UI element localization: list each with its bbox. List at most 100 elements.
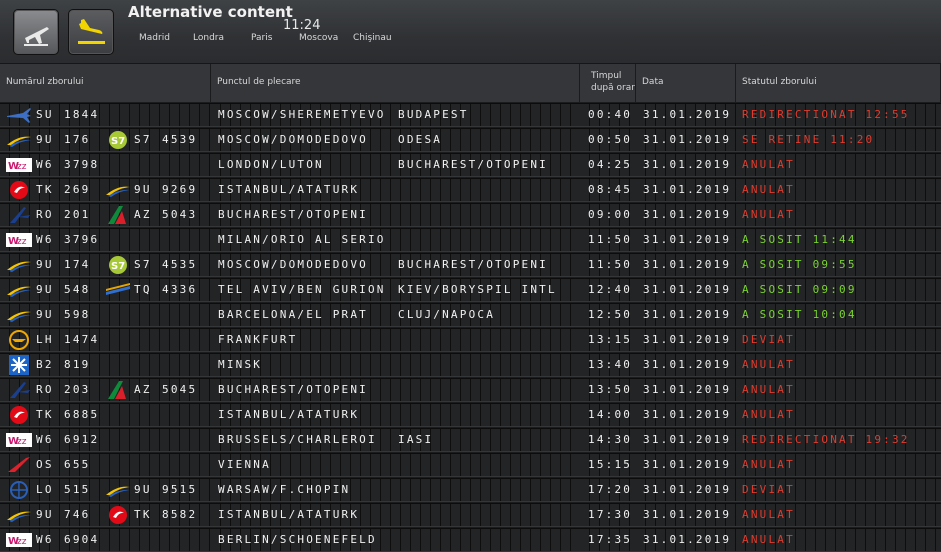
flight-date: 31.01.2019 (643, 133, 732, 146)
airline-code: TK (36, 408, 54, 421)
flight-number: 3796 (64, 233, 100, 246)
airline-code: W6 (36, 233, 54, 246)
flight-date: 31.01.2019 (643, 508, 732, 521)
table-row[interactable]: 9U 746 TK 8582 ISTANBUL/ATATURK 17:30 31.01.20… (0, 503, 941, 528)
origin-airport: ISTANBUL/ATATURK (218, 408, 360, 421)
scheduled-time: 13:15 (588, 333, 633, 346)
airline-code: RO (36, 383, 54, 396)
table-row[interactable]: 9U 176 S7 S7 4539 MOSCOW/DOMODEDOVO ODESA 00:50… (0, 128, 941, 153)
origin-airport: BUCHAREST/OTOPENI (218, 208, 368, 221)
origin-airport: FRANKFURT (218, 333, 298, 346)
belavia-icon (6, 355, 32, 375)
via-airport: BUCHAREST/OTOPENI (398, 258, 548, 271)
flight-status: A SOSIT 09:55 (742, 258, 857, 271)
flight-status: REDIRECTIONAT 12:55 (742, 108, 910, 121)
flight-date: 31.01.2019 (643, 208, 732, 221)
flight-number: 6904 (64, 533, 100, 546)
origin-airport: MOSCOW/DOMODEDOVO (218, 133, 368, 146)
codeshare-code: S7 (134, 258, 152, 271)
flight-board: Alternative content 11:24 Madrid Londra … (0, 0, 941, 552)
tarom-stripe-icon (105, 280, 131, 300)
table-row[interactable]: TK 269 9U 9269 ISTANBUL/ATATURK 08:45 31.01.20… (0, 178, 941, 203)
table-row[interactable]: 9U 548 TQ 4336 TEL AVIV/BEN GURION KIEV/BORYS… (0, 278, 941, 303)
airline-code: OS (36, 458, 54, 471)
column-header-date: Data (636, 64, 736, 102)
scheduled-time: 17:20 (588, 483, 633, 496)
scheduled-time: 13:40 (588, 358, 633, 371)
arrivals-button[interactable] (68, 9, 114, 55)
codeshare-code: AZ (134, 383, 152, 396)
flight-status: ANULAT (742, 158, 795, 171)
flight-status: ANULAT (742, 533, 795, 546)
svg-text:zz: zz (17, 237, 27, 247)
codeshare-number: 9515 (162, 483, 198, 496)
flight-status: SE RETINE 11:20 (742, 133, 875, 146)
table-row[interactable]: Wzz W6 6904 BERLIN/SCHOENEFELD 17:35 31.01.20… (0, 528, 941, 552)
city-clock-london[interactable]: Londra (193, 33, 224, 43)
flight-date: 31.01.2019 (643, 233, 732, 246)
table-row[interactable]: Wzz W6 3796 MILAN/ORIO AL SERIO 11:50 31.01.2… (0, 228, 941, 253)
via-airport: KIEV/BORYSPIL INTL (398, 283, 557, 296)
flight-number: 746 (64, 508, 91, 521)
via-airport: CLUJ/NAPOCA (398, 308, 496, 321)
city-clock-chisinau[interactable]: Chişinau (353, 33, 392, 43)
turkish-icon (105, 505, 131, 525)
sukhoi-plane-icon (6, 105, 32, 125)
codeshare-code: 9U (134, 483, 152, 496)
flight-number: 3798 (64, 158, 100, 171)
flight-date: 31.01.2019 (643, 333, 732, 346)
table-row[interactable]: RO 201 AZ 5043 BUCHAREST/OTOPENI 09:00 31.01.2… (0, 203, 941, 228)
table-row[interactable]: LO 515 9U 9515 WARSAW/F.CHOPIN 17:20 31.01.201… (0, 478, 941, 503)
flight-status: A SOSIT 11:44 (742, 233, 857, 246)
flight-date: 31.01.2019 (643, 383, 732, 396)
scheduled-time: 13:50 (588, 383, 633, 396)
flight-number: 515 (64, 483, 91, 496)
table-row[interactable]: SU 1844 MOSCOW/SHEREMETYEVO BUDAPEST 00:40 31… (0, 103, 941, 128)
departures-button[interactable] (13, 9, 59, 55)
ukraine-airlines-icon (6, 505, 32, 525)
flight-number: 1474 (64, 333, 100, 346)
ukraine-airlines-icon (6, 280, 32, 300)
table-row[interactable]: Wzz W6 6912 BRUSSELS/CHARLEROI IASI 14:30 31.0… (0, 428, 941, 453)
column-label-status: Statutul zborului (742, 77, 817, 87)
airline-code: W6 (36, 533, 54, 546)
airline-code: LH (36, 333, 54, 346)
board-header: Alternative content 11:24 Madrid Londra … (0, 0, 941, 64)
airline-code: 9U (36, 508, 54, 521)
scheduled-time: 14:00 (588, 408, 633, 421)
table-row[interactable]: Wzz W6 3798 LONDON/LUTON BUCHAREST/OTOPENI 04… (0, 153, 941, 178)
flight-status: ANULAT (742, 183, 795, 196)
flight-number: 203 (64, 383, 91, 396)
table-row[interactable]: TK 6885 ISTANBUL/ATATURK 14:00 31.01.2019 ANU… (0, 403, 941, 428)
arrival-plane-icon (78, 19, 105, 44)
city-clock-paris[interactable]: Paris (251, 33, 272, 43)
flight-status: REDIRECTIONAT 19:32 (742, 433, 910, 446)
origin-airport: BERLIN/SCHOENEFELD (218, 533, 377, 546)
flight-status: ANULAT (742, 408, 795, 421)
turkish-icon (6, 180, 32, 200)
city-clock-madrid[interactable]: Madrid (139, 33, 170, 43)
table-row[interactable]: 9U 174 S7 S7 4535 MOSCOW/DOMODEDOVO BUCHAREST/… (0, 253, 941, 278)
airline-code: 9U (36, 258, 54, 271)
codeshare-number: 5043 (162, 208, 198, 221)
city-clock-moscow[interactable]: Moscova (299, 33, 338, 43)
flight-date: 31.01.2019 (643, 483, 732, 496)
table-row[interactable]: OS 655 VIENNA 15:15 31.01.2019 ANULAT (0, 453, 941, 478)
table-row[interactable]: RO 203 AZ 5045 BUCHAREST/OTOPENI 13:50 31.01.2… (0, 378, 941, 403)
table-row[interactable]: 9U 598 BARCELONA/EL PRAT CLUJ/NAPOCA 12:50 31… (0, 303, 941, 328)
ukraine-airlines-icon (105, 480, 131, 500)
scheduled-time: 12:40 (588, 283, 633, 296)
via-airport: BUDAPEST (398, 108, 469, 121)
origin-airport: BUCHAREST/OTOPENI (218, 383, 368, 396)
table-row[interactable]: B2 819 MINSK 13:40 31.01.2019 ANULAT (0, 353, 941, 378)
table-row[interactable]: LH 1474 FRANKFURT 13:15 31.01.2019 DEVIAT (0, 328, 941, 353)
column-label-time: Timpul după orar (591, 70, 635, 94)
scheduled-time: 17:35 (588, 533, 633, 546)
column-label-origin: Punctul de plecare (217, 77, 301, 87)
wizz-icon: Wzz (6, 530, 32, 550)
austrian-icon (6, 455, 32, 475)
clock-time: 11:24 (283, 18, 321, 33)
flight-status: ANULAT (742, 358, 795, 371)
wizz-icon: Wzz (6, 430, 32, 450)
flight-number: 819 (64, 358, 91, 371)
